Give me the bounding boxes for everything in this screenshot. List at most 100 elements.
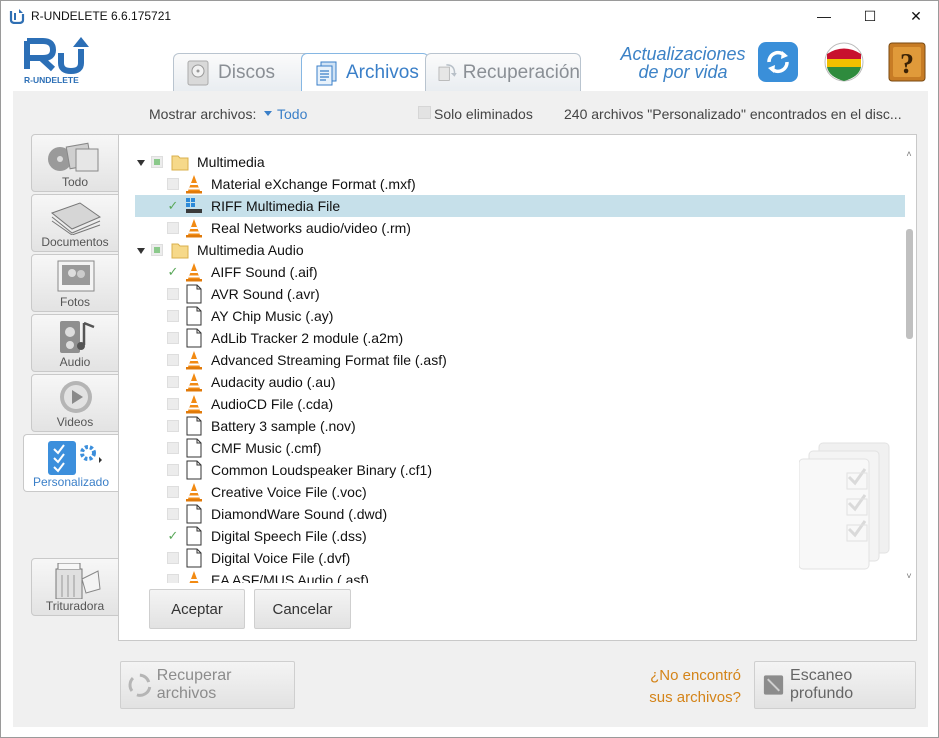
- tree-row[interactable]: ✓ AIFF Sound (.aif): [135, 261, 905, 283]
- tree-row[interactable]: EA ASF/MUS Audio (.asf): [135, 569, 905, 583]
- tree-folder-row[interactable]: Multimedia Audio: [135, 239, 905, 261]
- tree-row[interactable]: Advanced Streaming Format file (.asf): [135, 349, 905, 371]
- file-type-label: Advanced Streaming Format file (.asf): [211, 352, 447, 368]
- category-all[interactable]: Todo: [31, 134, 119, 192]
- row-checkbox[interactable]: [167, 222, 179, 234]
- row-checkbox[interactable]: ✓: [167, 529, 179, 542]
- tree-row[interactable]: ✓ Digital Speech File (.dss): [135, 525, 905, 547]
- category-shredder[interactable]: Trituradora: [31, 558, 119, 616]
- recover-files-button[interactable]: Recuperar archivos: [120, 661, 295, 709]
- shredder-icon: [55, 563, 101, 599]
- accept-button[interactable]: Aceptar: [149, 589, 245, 629]
- row-checkbox[interactable]: [167, 376, 179, 388]
- scroll-thumb[interactable]: [906, 229, 913, 339]
- tree-row[interactable]: AdLib Tracker 2 module (.a2m): [135, 327, 905, 349]
- row-checkbox[interactable]: [167, 332, 179, 344]
- category-photos[interactable]: Fotos: [31, 254, 119, 312]
- tree-row[interactable]: Creative Voice File (.voc): [135, 481, 905, 503]
- dropdown-arrow-icon[interactable]: [264, 111, 272, 116]
- tab-files[interactable]: Archivos: [301, 53, 429, 92]
- tree-row[interactable]: Audacity audio (.au): [135, 371, 905, 393]
- vertical-scrollbar[interactable]: ˄ ˅: [903, 149, 915, 581]
- file-type-label: AdLib Tracker 2 module (.a2m): [211, 330, 404, 346]
- folder-icon: [171, 243, 189, 259]
- row-checkbox[interactable]: [167, 420, 179, 432]
- only-deleted-label[interactable]: Solo eliminados: [434, 106, 533, 122]
- show-files-dropdown[interactable]: Todo: [277, 106, 307, 122]
- r-undelete-logo: R-UNDELETE: [24, 37, 89, 85]
- tree-row[interactable]: Common Loudspeaker Binary (.cf1): [135, 459, 905, 481]
- tree-row[interactable]: Digital Voice File (.dvf): [135, 547, 905, 569]
- show-files-label: Mostrar archivos:: [149, 106, 257, 122]
- language-flag-icon[interactable]: [823, 41, 865, 83]
- row-checkbox[interactable]: [167, 442, 179, 454]
- tree-row[interactable]: AudioCD File (.cda): [135, 393, 905, 415]
- logo-text: R-UNDELETE: [24, 75, 79, 85]
- tree-row[interactable]: DiamondWare Sound (.dwd): [135, 503, 905, 525]
- tree-row[interactable]: AY Chip Music (.ay): [135, 305, 905, 327]
- scroll-down-icon[interactable]: ˅: [904, 571, 914, 581]
- category-documents[interactable]: Documentos: [31, 194, 119, 252]
- row-checkbox[interactable]: [167, 354, 179, 366]
- row-checkbox[interactable]: [167, 574, 179, 583]
- cancel-button[interactable]: Cancelar: [254, 589, 351, 629]
- files-icon: [316, 61, 337, 86]
- close-button[interactable]: ✕: [893, 1, 939, 31]
- file-type-label: AudioCD File (.cda): [211, 396, 334, 412]
- minimize-button[interactable]: —: [801, 1, 847, 31]
- tab-recovery[interactable]: Recuperación: [425, 53, 581, 91]
- file-type-label: AY Chip Music (.ay): [211, 308, 334, 324]
- blank-file-icon: [186, 416, 202, 436]
- riff-media-icon: [186, 198, 202, 213]
- row-checkbox[interactable]: [167, 288, 179, 300]
- scroll-up-icon[interactable]: ˄: [904, 149, 914, 159]
- vlc-cone-icon: [186, 351, 202, 370]
- category-audio[interactable]: Audio: [31, 314, 119, 372]
- file-type-label: Digital Voice File (.dvf): [211, 550, 351, 566]
- row-checkbox[interactable]: [167, 310, 179, 322]
- blank-file-icon: [186, 460, 202, 480]
- not-found-link[interactable]: ¿No encontró sus archivos?: [631, 665, 741, 709]
- updates-icon[interactable]: [757, 41, 799, 83]
- tree-folder-row[interactable]: Multimedia: [135, 151, 905, 173]
- row-checkbox[interactable]: [167, 508, 179, 520]
- tree-row[interactable]: Material eXchange Format (.mxf): [135, 173, 905, 195]
- file-type-label: Battery 3 sample (.nov): [211, 418, 356, 434]
- recycle-icon: [128, 673, 152, 697]
- row-checkbox[interactable]: [167, 552, 179, 564]
- row-checkbox[interactable]: [151, 244, 163, 256]
- maximize-button[interactable]: ☐: [847, 1, 893, 31]
- file-type-label: CMF Music (.cmf): [211, 440, 322, 456]
- only-deleted-checkbox[interactable]: [418, 106, 431, 119]
- row-checkbox[interactable]: ✓: [167, 199, 179, 212]
- tree-row[interactable]: ✓ RIFF Multimedia File: [135, 195, 905, 217]
- tree-row[interactable]: Battery 3 sample (.nov): [135, 415, 905, 437]
- row-checkbox[interactable]: [167, 486, 179, 498]
- expand-chevron-icon[interactable]: [137, 248, 145, 254]
- file-type-label: RIFF Multimedia File: [211, 198, 341, 214]
- tab-files-label: Archivos: [346, 62, 419, 83]
- category-videos[interactable]: Videos: [31, 374, 119, 432]
- row-checkbox[interactable]: [167, 178, 179, 190]
- file-type-label: AVR Sound (.avr): [211, 286, 320, 302]
- deep-scan-button[interactable]: Escaneo profundo: [754, 661, 916, 709]
- row-checkbox[interactable]: [167, 398, 179, 410]
- row-checkbox[interactable]: [167, 464, 179, 476]
- file-type-label: DiamondWare Sound (.dwd): [211, 506, 388, 522]
- expand-chevron-icon[interactable]: [137, 160, 145, 166]
- vlc-cone-icon: [186, 175, 202, 194]
- row-checkbox[interactable]: [151, 156, 163, 168]
- videos-icon: [60, 381, 92, 413]
- title-bar: R-UNDELETE 6.6.175721 — ☐ ✕: [1, 1, 938, 31]
- help-icon[interactable]: ?: [887, 41, 927, 83]
- tree-row[interactable]: CMF Music (.cmf): [135, 437, 905, 459]
- category-custom[interactable]: Personalizado: [23, 434, 119, 492]
- blank-file-icon: [186, 284, 202, 304]
- category-custom-label: Personalizado: [32, 475, 110, 489]
- row-checkbox[interactable]: ✓: [167, 265, 179, 278]
- tree-row[interactable]: Real Networks audio/video (.rm): [135, 217, 905, 239]
- tab-disks[interactable]: Discos: [173, 53, 311, 91]
- recovery-icon: [438, 63, 457, 81]
- tree-row[interactable]: AVR Sound (.avr): [135, 283, 905, 305]
- folder-label: Multimedia: [197, 154, 265, 170]
